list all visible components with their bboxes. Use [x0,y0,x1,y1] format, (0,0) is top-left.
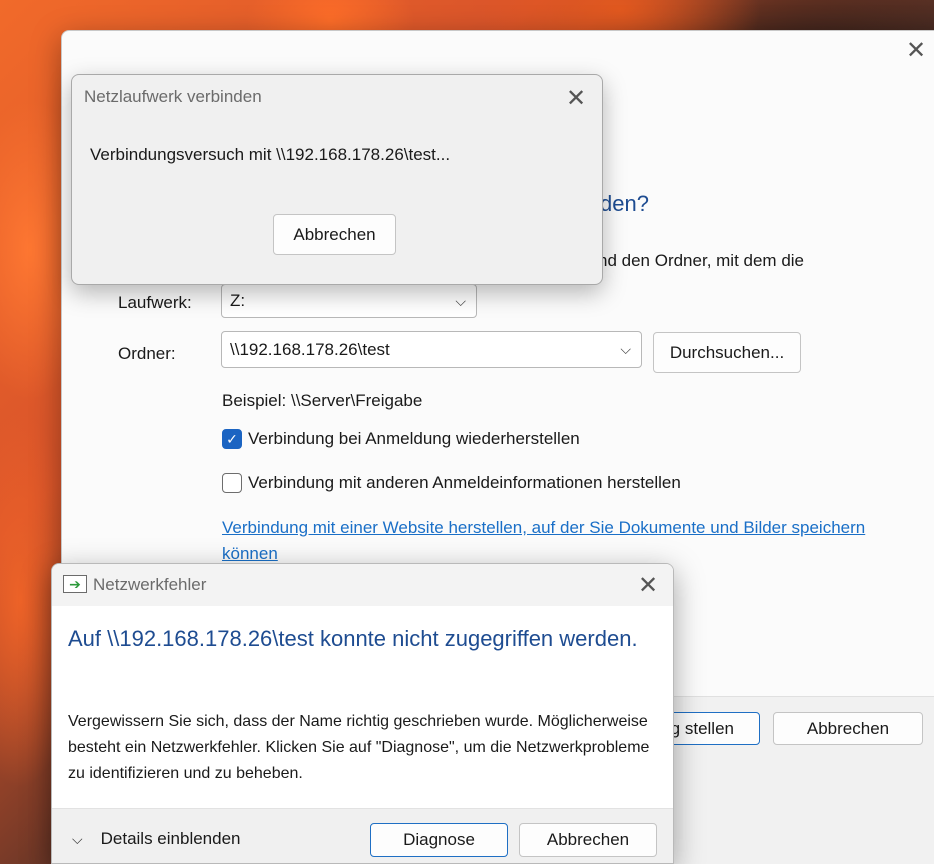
chevron-down-icon: ⌵ [72,830,83,847]
error-message: Vergewissern Sie sich, dass der Name ric… [68,713,650,782]
reconnect-checkbox[interactable]: ✓ [222,429,242,449]
other-credentials-label: Verbindung mit anderen Anmeldeinformatio… [248,473,681,492]
cancel-button[interactable]: Abbrechen [519,823,657,857]
drive-select-value: Z: [230,291,246,310]
other-credentials-checkbox-row[interactable]: Verbindung mit anderen Anmeldeinformatio… [222,473,681,493]
close-icon[interactable]: ✕ [904,39,928,63]
connecting-dialog: Netzlaufwerk verbinden ✕ Verbindungsvers… [71,74,603,285]
website-link[interactable]: Verbindung mit einer Website herstellen,… [222,515,912,567]
drive-label: Laufwerk: [118,293,192,312]
dialog-title: Netzwerkfehler [93,575,207,594]
folder-combobox[interactable]: \\192.168.178.26\test ⌵ [221,331,642,368]
error-footer: ⌵ Details einblenden Diagnose Abbrechen [52,808,673,863]
close-icon[interactable]: ✕ [638,571,658,600]
reconnect-label: Verbindung bei Anmeldung wiederherstelle… [248,429,580,448]
dialog-title: Netzlaufwerk verbinden [84,87,262,106]
chevron-down-icon: ⌵ [620,341,631,357]
other-credentials-checkbox[interactable] [222,473,242,493]
reconnect-checkbox-row[interactable]: ✓ Verbindung bei Anmeldung wiederherstel… [222,429,580,449]
connecting-message: Verbindungsversuch mit \\192.168.178.26\… [90,145,451,164]
dialog-heading: den? [600,191,649,216]
browse-button[interactable]: Durchsuchen... [653,332,801,373]
chevron-down-icon: ⌵ [455,293,466,309]
drive-select[interactable]: Z: ⌵ [221,284,477,318]
error-heading: Auf \\192.168.178.26\test konnte nicht z… [68,626,638,651]
title-bar: ➔ Netzwerkfehler ✕ [52,564,673,606]
checkmark-icon: ✓ [226,430,238,447]
details-toggle[interactable]: ⌵ Details einblenden [72,829,241,849]
close-icon[interactable]: ✕ [566,84,586,113]
details-toggle-label: Details einblenden [100,829,241,848]
cancel-button[interactable]: Abbrechen [773,712,923,745]
network-error-dialog: ➔ Netzwerkfehler ✕ Auf \\192.168.178.26\… [51,563,674,864]
dialog-description: nd den Ordner, mit dem die [598,251,805,270]
folder-input-value: \\192.168.178.26\test [230,340,390,359]
diagnose-button[interactable]: Diagnose [370,823,508,857]
folder-label: Ordner: [118,344,176,363]
network-drive-icon: ➔ [63,575,87,593]
example-text: Beispiel: \\Server\Freigabe [222,391,423,410]
cancel-button[interactable]: Abbrechen [273,214,396,255]
